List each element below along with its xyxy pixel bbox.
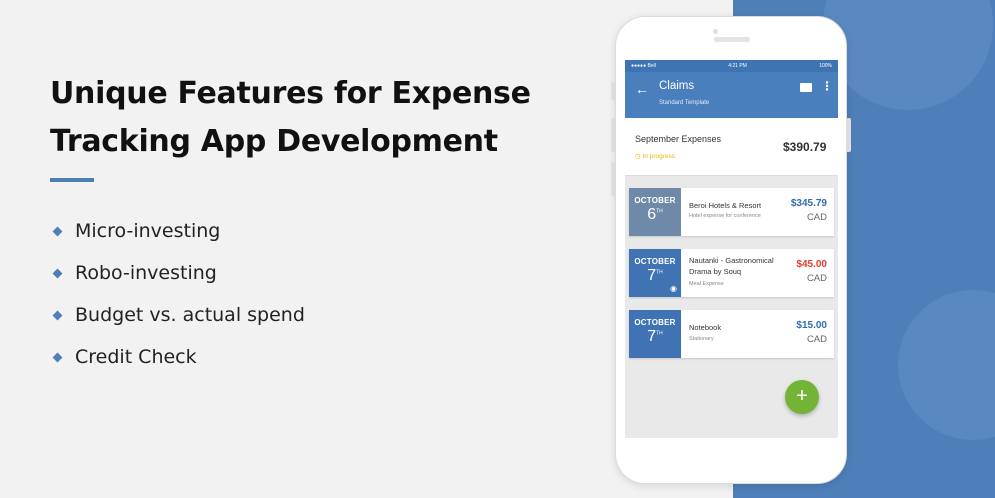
status-label: In progress: [642, 153, 676, 160]
feature-item: Budget vs. actual spend: [50, 294, 305, 336]
add-claim-button[interactable]: +: [785, 380, 819, 414]
claim-title: Beroi Hotels & Resort: [689, 201, 762, 210]
feature-item: Robo-investing: [50, 252, 305, 294]
claim-currency: CAD: [806, 334, 827, 345]
claim-date: OCTOBER 7TH: [629, 310, 681, 358]
bullet-diamond-icon: [52, 310, 63, 320]
claim-date: OCTOBER 6TH: [629, 188, 681, 236]
feature-item: Micro-investing: [50, 210, 305, 252]
decor-circle: [898, 290, 995, 440]
bullet-diamond-icon: [52, 352, 63, 362]
claim-subtitle: Hotel expense for conference: [689, 213, 761, 219]
expense-summary[interactable]: September Expenses ◷ In progress $390.79: [625, 118, 838, 176]
claim-month: OCTOBER: [634, 196, 676, 205]
claim-amount: $345.79: [790, 198, 827, 209]
claim-subtitle: Stationary: [689, 336, 714, 342]
claim-title: Nautanki - Gastronomical Drama by Souq: [689, 256, 774, 276]
claim-date: OCTOBER 7TH ◉: [629, 249, 681, 297]
bullet-diamond-icon: [52, 268, 63, 278]
front-camera-icon: [713, 29, 718, 34]
headline-line-2: Tracking App Development: [50, 124, 498, 159]
summary-status: ◷ In progress: [635, 152, 675, 160]
claim-amount: $15.00: [796, 320, 827, 331]
claim-currency: CAD: [806, 212, 827, 223]
claim-currency: CAD: [806, 273, 827, 284]
claim-amount: $45.00: [796, 259, 827, 270]
summary-title: September Expenses: [635, 134, 722, 144]
app-title: Claims: [659, 80, 695, 92]
phone-mockup: ●●●●● Bell 4:21 PM 100% ← Claims Standar…: [615, 16, 847, 484]
claim-month: OCTOBER: [634, 257, 676, 266]
feature-list: Micro-investing Robo-investing Budget vs…: [50, 210, 305, 378]
headline-line-1: Unique Features for Expense: [50, 76, 531, 111]
camera-icon: ◉: [670, 284, 677, 293]
summary-amount: $390.79: [783, 140, 827, 154]
phone-screen: ●●●●● Bell 4:21 PM 100% ← Claims Standar…: [625, 60, 838, 438]
time-label: 4:21 PM: [728, 63, 747, 69]
claim-day: 6TH: [647, 206, 663, 223]
more-vert-icon[interactable]: ⋮: [821, 79, 833, 93]
claim-subtitle: Meal Expense: [689, 281, 724, 287]
claim-card[interactable]: OCTOBER 6TH Beroi Hotels & Resort Hotel …: [629, 188, 834, 236]
claim-card[interactable]: OCTOBER 7TH Notebook Stationary $15.00 C…: [629, 310, 834, 358]
claim-title: Notebook: [689, 323, 722, 332]
decor-circle: [823, 0, 993, 110]
claim-month: OCTOBER: [634, 318, 676, 327]
mail-icon[interactable]: [800, 83, 812, 92]
app-subtitle: Standard Template: [659, 100, 710, 106]
headline-divider: [50, 178, 94, 182]
back-arrow-icon[interactable]: ←: [635, 81, 649, 97]
battery-label: 100%: [819, 63, 832, 69]
phone-speaker: [714, 37, 750, 42]
feature-label: Robo-investing: [75, 262, 217, 284]
feature-label: Credit Check: [75, 346, 197, 368]
bullet-diamond-icon: [52, 226, 63, 236]
status-bar: ●●●●● Bell 4:21 PM 100%: [625, 60, 838, 72]
feature-label: Micro-investing: [75, 220, 221, 242]
feature-label: Budget vs. actual spend: [75, 304, 305, 326]
claim-day: 7TH: [647, 328, 663, 345]
headline: Unique Features for Expense Tracking App…: [50, 70, 570, 166]
claim-day: 7TH: [647, 267, 663, 284]
claim-card[interactable]: OCTOBER 7TH ◉ Nautanki - Gastronomical D…: [629, 249, 834, 297]
app-bar: ← Claims Standard Template ⋮: [625, 72, 838, 118]
feature-item: Credit Check: [50, 336, 305, 378]
carrier-label: ●●●●● Bell: [631, 63, 656, 69]
